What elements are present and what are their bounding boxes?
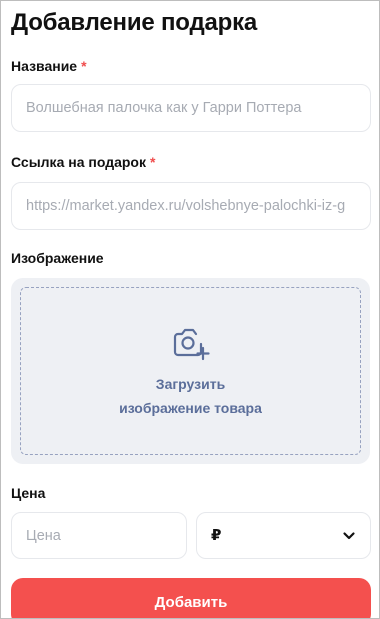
required-mark: * bbox=[149, 154, 156, 170]
upload-text: Загрузить изображение товара bbox=[11, 372, 370, 420]
link-input-placeholder: https://market.yandex.ru/volshebnye-palo… bbox=[26, 198, 346, 214]
image-upload-area[interactable]: Загрузить изображение товара bbox=[11, 278, 370, 464]
upload-text-line2: изображение товара bbox=[119, 400, 262, 416]
upload-text-line1: Загрузить bbox=[155, 376, 226, 392]
name-input[interactable]: Волшебная палочка как у Гарри Поттера bbox=[11, 84, 371, 132]
upload-dashed-border bbox=[20, 287, 361, 455]
chevron-down-icon bbox=[342, 529, 356, 543]
price-label: Цена bbox=[11, 485, 46, 501]
name-label-text: Название bbox=[11, 58, 78, 74]
add-button[interactable]: Добавить bbox=[11, 578, 371, 618]
currency-select[interactable]: ₽ bbox=[196, 512, 371, 559]
price-input[interactable]: Цена bbox=[11, 512, 187, 559]
name-label: Название * bbox=[11, 58, 87, 74]
currency-value: ₽ bbox=[211, 527, 222, 544]
link-label: Ссылка на подарок * bbox=[11, 154, 155, 170]
image-label: Изображение bbox=[11, 250, 104, 266]
required-mark: * bbox=[81, 58, 87, 74]
name-input-placeholder: Волшебная палочка как у Гарри Поттера bbox=[26, 100, 302, 116]
camera-add-icon bbox=[171, 322, 211, 362]
link-label-text: Ссылка на подарок bbox=[11, 154, 146, 170]
add-gift-screen: Добавление подарка Название * Волшебная п… bbox=[0, 0, 380, 619]
link-input[interactable]: https://market.yandex.ru/volshebnye-palo… bbox=[11, 182, 371, 230]
price-input-placeholder: Цена bbox=[26, 527, 61, 544]
page-title: Добавление подарка bbox=[11, 9, 258, 36]
